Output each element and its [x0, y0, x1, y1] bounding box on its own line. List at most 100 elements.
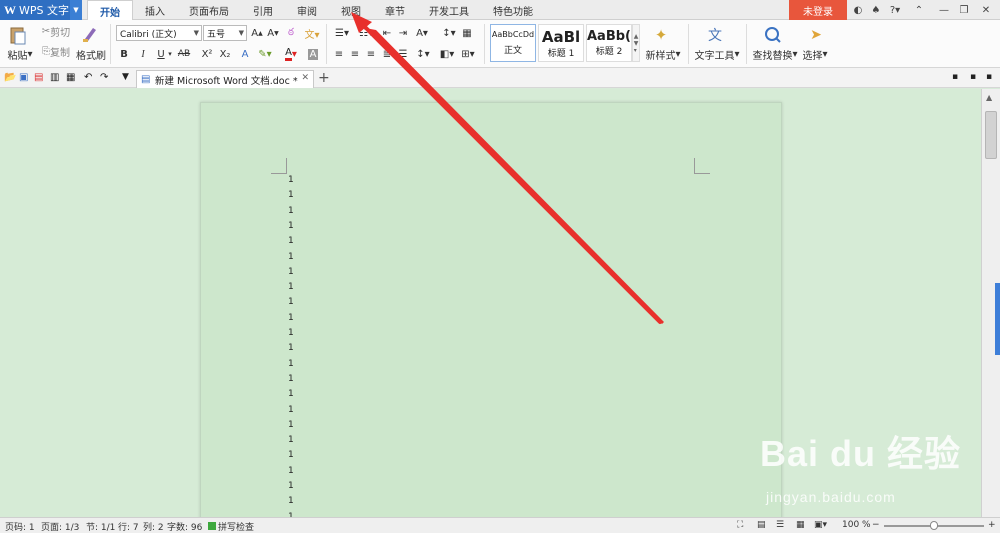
new-style-icon[interactable]: ✦	[650, 24, 672, 46]
sort-icon[interactable]: ↕▾	[438, 25, 460, 41]
close-icon[interactable]: ✕	[301, 73, 309, 83]
find-replace-icon[interactable]	[762, 24, 784, 46]
spellcheck-button[interactable]: 拼写检查	[218, 520, 254, 533]
find-replace-button[interactable]: 查找替换 ▾	[752, 47, 798, 62]
shrink-font-icon[interactable]: A ▼	[266, 25, 280, 41]
select-button[interactable]: 选择 ▾	[800, 47, 830, 62]
style-heading-1[interactable]: AaBl 标题 1	[538, 24, 584, 62]
preview-icon[interactable]: ▦	[66, 72, 78, 84]
skin-icon[interactable]: ◐	[850, 0, 866, 20]
new-tab-icon[interactable]: +	[318, 70, 330, 86]
phonetic-icon[interactable]: 文▾	[302, 25, 322, 41]
new-style-button[interactable]: 新样式 ▾	[644, 47, 682, 62]
pdf-icon[interactable]: ▤	[34, 72, 46, 84]
highlight-icon[interactable]: ✎▾	[254, 46, 276, 62]
bold-button[interactable]: B	[118, 46, 130, 62]
clear-format-icon[interactable]: ఠ	[284, 25, 298, 41]
copy-button[interactable]: ⎘ 复制	[38, 44, 74, 59]
zoom-level[interactable]: 100 %	[842, 520, 871, 530]
strikethrough-button[interactable]: AB	[176, 46, 192, 62]
style-heading-2[interactable]: AaBb( 标题 2	[586, 24, 632, 62]
text-effect-icon[interactable]: A	[238, 46, 252, 62]
outline-view-icon[interactable]: ☰	[776, 520, 784, 530]
zoom-slider-knob[interactable]	[930, 521, 938, 530]
undo-icon[interactable]: ↶	[84, 72, 96, 84]
scroll-up-icon[interactable]: ▲	[986, 93, 992, 102]
style-scroll[interactable]: ▲ ▼ ▾	[632, 24, 640, 62]
increase-indent-icon[interactable]: ⇥	[396, 25, 410, 41]
open-folder-icon[interactable]: 📂	[4, 72, 16, 84]
tab-chapter[interactable]: 章节	[373, 0, 417, 20]
tab-features[interactable]: 特色功能	[481, 0, 545, 20]
chinese-layout-icon[interactable]: A▾	[412, 25, 432, 41]
borders-icon[interactable]: ⊞▾	[458, 46, 478, 62]
distributed-icon[interactable]: ☰	[396, 46, 410, 62]
margin-corner-mark	[694, 158, 710, 174]
chevron-down-icon[interactable]: ▾	[166, 46, 174, 62]
align-left-icon[interactable]: ≡	[332, 46, 346, 62]
style-normal[interactable]: AaBbCcDd 正文	[490, 24, 536, 62]
brush-icon[interactable]	[78, 24, 102, 44]
side-panel-toggle[interactable]	[995, 283, 1000, 355]
bullet-list-icon[interactable]: ☰▾	[332, 25, 352, 41]
chevron-down-icon[interactable]: ▼	[122, 72, 134, 84]
ribbon-options-icon[interactable]: ▪	[970, 72, 982, 84]
document-tab[interactable]: ▤ 新建 Microsoft Word 文档.doc * ✕	[136, 70, 314, 88]
text-tools-icon[interactable]: 文	[704, 24, 726, 46]
font-size-select[interactable]: 五号 ▼	[203, 25, 247, 41]
copy-icon: ⎘	[42, 45, 50, 57]
window-mode-icon[interactable]: ▪	[952, 72, 964, 84]
chevron-down-icon[interactable]: ▼	[70, 0, 82, 20]
reading-view-icon[interactable]: ▣▾	[814, 520, 827, 530]
font-color-icon[interactable]: A ▾	[280, 46, 302, 62]
justify-icon[interactable]: ≣	[380, 46, 394, 62]
text-tools-button[interactable]: 文字工具 ▾	[694, 47, 740, 62]
restore-icon[interactable]: ❐	[955, 0, 973, 20]
print-icon[interactable]: ▥	[50, 72, 62, 84]
subscript-button[interactable]: X₂	[218, 46, 232, 62]
close-doc-icon[interactable]: ▪	[986, 72, 998, 84]
tab-references[interactable]: 引用	[241, 0, 285, 20]
doc-icon: ▤	[141, 74, 151, 85]
redo-icon[interactable]: ↷	[100, 72, 112, 84]
char-shading-icon[interactable]: A	[306, 46, 320, 62]
format-painter-button[interactable]: 格式刷	[74, 47, 108, 62]
web-view-icon[interactable]: ▦	[796, 520, 805, 530]
grow-font-icon[interactable]: A ▲	[250, 25, 264, 41]
line-spacing-icon[interactable]: ↕▾	[412, 46, 434, 62]
close-icon[interactable]: ✕	[976, 0, 996, 20]
shading-icon[interactable]: ◧▾	[436, 46, 458, 62]
numbered-list-icon[interactable]: ☷▾	[356, 25, 376, 41]
cursor-icon[interactable]: ➤	[806, 24, 826, 46]
shirt-icon[interactable]: ♠	[868, 0, 884, 20]
table-icon[interactable]: ▦	[460, 25, 474, 41]
italic-button[interactable]: I	[137, 46, 149, 62]
tab-home[interactable]: 开始	[87, 0, 133, 21]
font-name-select[interactable]: Calibri (正文) ▼	[116, 25, 202, 41]
fit-page-icon[interactable]: ⛶	[737, 520, 743, 530]
app-menu-button[interactable]: W WPS 文字 ▼	[0, 0, 82, 20]
help-icon[interactable]: ?▾	[886, 0, 904, 20]
tab-view[interactable]: 视图	[329, 0, 373, 20]
minimize-icon[interactable]: —	[935, 0, 953, 20]
align-right-icon[interactable]: ≡	[364, 46, 378, 62]
collapse-ribbon-icon[interactable]: ⌃	[910, 0, 928, 20]
align-center-icon[interactable]: ≡	[348, 46, 362, 62]
zoom-out-icon[interactable]: −	[872, 520, 880, 530]
login-button[interactable]: 未登录	[789, 0, 847, 20]
tab-insert[interactable]: 插入	[133, 0, 177, 20]
superscript-button[interactable]: X²	[200, 46, 214, 62]
save-icon[interactable]: ▣	[19, 72, 31, 84]
tab-page-layout[interactable]: 页面布局	[177, 0, 241, 20]
paste-icon[interactable]	[6, 24, 30, 46]
scroll-thumb[interactable]	[985, 111, 997, 159]
document-line: 1	[288, 190, 294, 201]
document-line: 1	[288, 312, 294, 323]
page-view-icon[interactable]: ▤	[757, 520, 766, 530]
tab-review[interactable]: 审阅	[285, 0, 329, 20]
decrease-indent-icon[interactable]: ⇤	[380, 25, 394, 41]
tab-developer[interactable]: 开发工具	[417, 0, 481, 20]
cut-button[interactable]: ✂ 剪切	[38, 24, 74, 39]
zoom-in-icon[interactable]: +	[988, 520, 996, 530]
paste-button[interactable]: 粘贴 ▾	[4, 47, 36, 62]
